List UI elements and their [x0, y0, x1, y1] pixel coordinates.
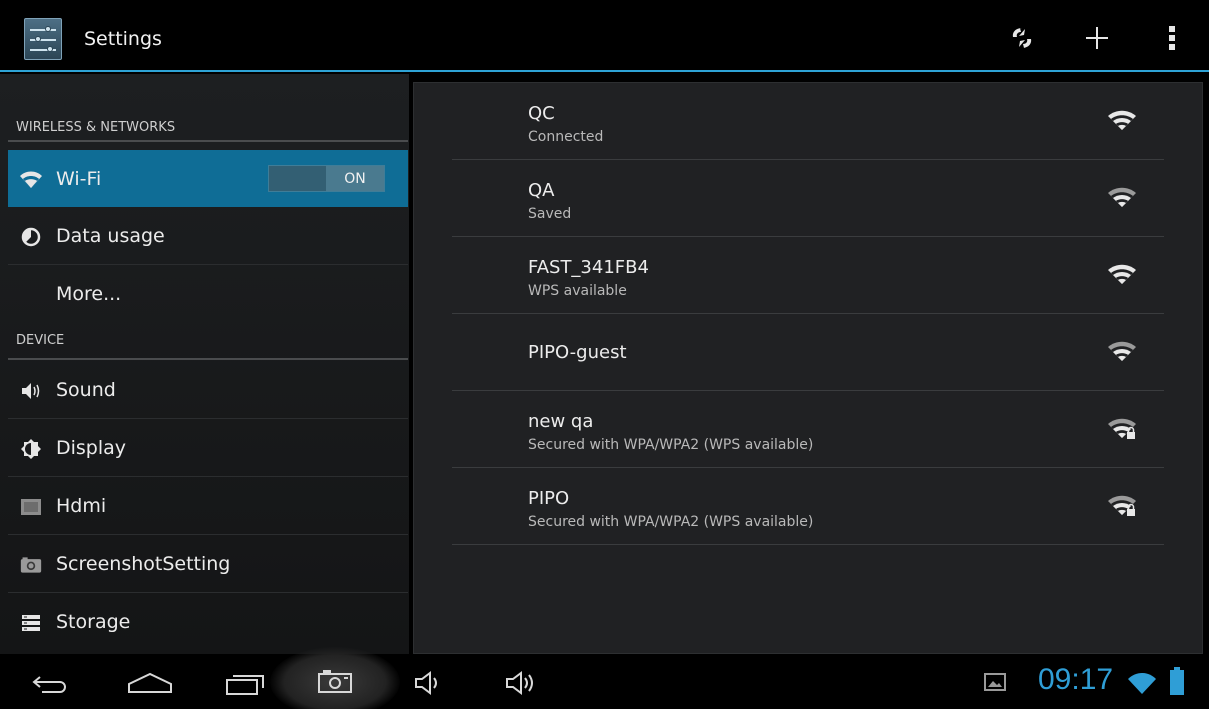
sidebar-item-label: Wi-Fi	[56, 168, 102, 190]
sidebar-item-label: Storage	[56, 611, 131, 633]
section-header-device: DEVICE	[16, 333, 65, 348]
volume-down-button[interactable]	[400, 661, 460, 705]
network-status: WPS available	[528, 283, 627, 299]
wifi-signal-icon	[1108, 110, 1136, 130]
network-status: Connected	[528, 129, 604, 145]
overflow-menu-button[interactable]	[1150, 16, 1194, 60]
plus-icon	[1086, 27, 1108, 49]
system-navigation-bar: 09:17	[0, 647, 1209, 709]
sidebar-item-wifi[interactable]: Wi-Fi ON	[8, 150, 408, 207]
back-icon	[32, 676, 66, 693]
add-network-button[interactable]	[1075, 16, 1119, 60]
network-ssid: new qa	[528, 411, 594, 432]
wifi-signal-icon	[1108, 187, 1136, 207]
wifi-signal-icon	[1108, 264, 1136, 284]
wifi-toggle-switch[interactable]: ON	[268, 165, 385, 192]
wps-icon	[1012, 28, 1032, 48]
network-row-qc[interactable]: QC Connected	[452, 83, 1164, 160]
section-header-wireless: WIRELESS & NETWORKS	[16, 120, 176, 135]
brightness-icon	[20, 438, 42, 460]
network-ssid: PIPO	[528, 488, 570, 509]
home-button[interactable]	[120, 661, 180, 705]
network-row-new-qa[interactable]: new qa Secured with WPA/WPA2 (WPS availa…	[452, 391, 1164, 468]
wifi-secured-signal-icon	[1108, 418, 1136, 439]
recent-apps-button[interactable]	[215, 661, 275, 705]
hdmi-icon	[20, 496, 42, 518]
network-row-qa[interactable]: QA Saved	[452, 160, 1164, 237]
wifi-network-list: QC Connected QA Saved FAST_341FB4 WPS av…	[413, 82, 1203, 654]
android-screen: Settings WIRELESS & NETWORKS Wi-Fi ON Da…	[0, 0, 1209, 709]
settings-sidebar: WIRELESS & NETWORKS Wi-Fi ON Data usage …	[0, 74, 409, 654]
sidebar-item-label: Hdmi	[56, 495, 107, 517]
camera-icon	[20, 554, 42, 576]
network-status: Saved	[528, 206, 572, 222]
wifi-secured-signal-icon	[1108, 495, 1136, 516]
wps-button[interactable]	[1000, 16, 1044, 60]
network-row-pipo-guest[interactable]: PIPO-guest	[452, 314, 1164, 391]
sidebar-item-storage[interactable]: Storage	[8, 594, 408, 651]
recent-apps-icon	[226, 675, 264, 695]
wifi-icon	[20, 168, 42, 190]
section-divider	[8, 140, 408, 142]
sidebar-item-label: Display	[56, 437, 127, 459]
section-divider	[8, 358, 408, 360]
sidebar-item-label: Data usage	[56, 225, 165, 247]
volume-up-button[interactable]	[493, 661, 553, 705]
storage-icon	[20, 612, 42, 634]
network-status: Secured with WPA/WPA2 (WPS available)	[528, 514, 814, 530]
sidebar-item-more[interactable]: More...	[8, 266, 408, 323]
wifi-signal-icon	[1108, 341, 1136, 361]
sidebar-item-label: ScreenshotSetting	[56, 553, 231, 575]
wifi-status-icon	[1128, 673, 1156, 694]
page-title: Settings	[84, 28, 162, 50]
volume-up-icon	[506, 671, 533, 695]
action-bar: Settings	[0, 0, 1209, 72]
battery-icon	[1170, 667, 1184, 695]
speaker-icon	[20, 380, 42, 402]
sidebar-item-label: More...	[56, 283, 122, 305]
sidebar-item-data-usage[interactable]: Data usage	[8, 208, 408, 265]
volume-down-icon	[415, 671, 437, 695]
sidebar-item-hdmi[interactable]: Hdmi	[8, 478, 408, 535]
sidebar-item-screenshot-setting[interactable]: ScreenshotSetting	[8, 536, 408, 593]
camera-icon	[318, 670, 352, 693]
back-button[interactable]	[20, 661, 80, 705]
toggle-state-label: ON	[326, 166, 384, 191]
status-clock: 09:17	[1038, 663, 1114, 696]
network-row-fast-341fb4[interactable]: FAST_341FB4 WPS available	[452, 237, 1164, 314]
sidebar-item-label: Sound	[56, 379, 116, 401]
data-usage-icon	[20, 226, 42, 248]
network-row-pipo[interactable]: PIPO Secured with WPA/WPA2 (WPS availabl…	[452, 468, 1164, 545]
screenshot-button[interactable]	[270, 647, 400, 709]
sidebar-item-display[interactable]: Display	[8, 420, 408, 477]
overflow-menu-icon	[1169, 26, 1175, 50]
network-ssid: QC	[528, 103, 555, 124]
sidebar-item-sound[interactable]: Sound	[8, 362, 408, 419]
gallery-notification-icon[interactable]	[984, 673, 1006, 691]
home-icon	[128, 672, 172, 693]
network-ssid: PIPO-guest	[528, 342, 627, 363]
settings-app-icon[interactable]	[24, 18, 62, 60]
network-status: Secured with WPA/WPA2 (WPS available)	[528, 437, 814, 453]
network-ssid: QA	[528, 180, 555, 201]
network-ssid: FAST_341FB4	[528, 257, 649, 278]
